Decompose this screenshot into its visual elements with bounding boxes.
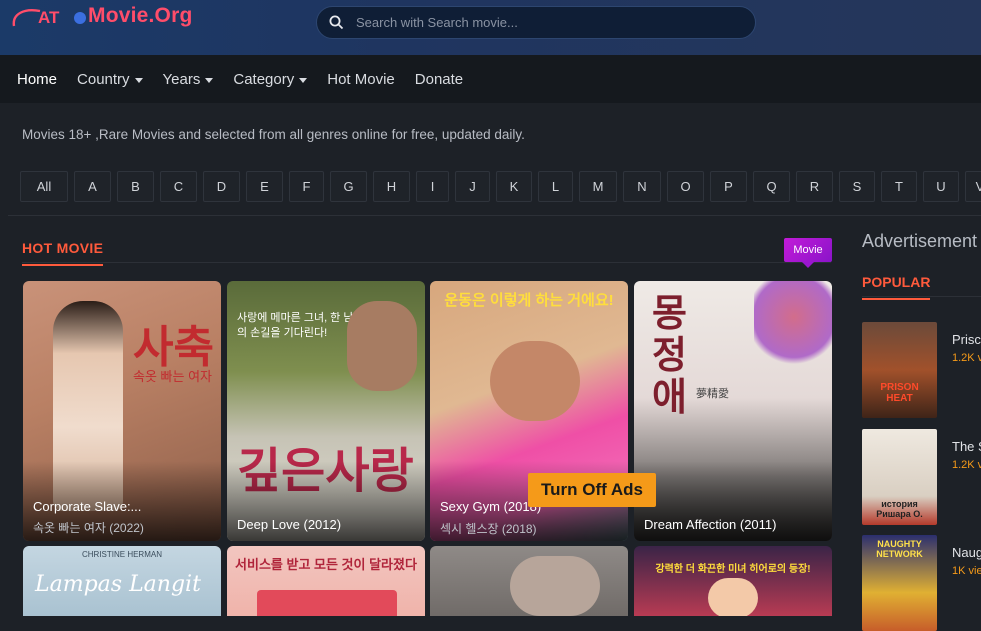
chevron-down-icon xyxy=(205,77,214,83)
alpha-t[interactable]: T xyxy=(881,171,917,202)
movie-card[interactable]: 서비스를 받고 모든 것이 달라졌다 xyxy=(227,546,425,616)
movie-title[interactable]: Corporate Slave:... xyxy=(33,499,213,514)
nav-donate-label: Donate xyxy=(414,70,464,88)
search-bar xyxy=(316,6,756,39)
poster-title: история Ришара О. xyxy=(876,499,923,519)
poster-subtitle: 夢精愛 xyxy=(696,388,729,400)
popular-item[interactable]: NAUGHTY NETWORK Naug 1K vie xyxy=(862,535,981,631)
nav-years-label: Years xyxy=(162,70,201,88)
advertisement-label: Advertisement xyxy=(862,231,978,251)
alpha-n[interactable]: N xyxy=(623,171,661,202)
nav-hot-movie-label: Hot Movie xyxy=(327,70,395,88)
logo-text: Movie.Org xyxy=(88,4,193,27)
poster-decoration xyxy=(257,590,397,616)
movie-card[interactable]: 사축 속옷 빠는 여자 Corporate Slave:... 속옷 빠는 여자… xyxy=(23,281,221,541)
search-input[interactable] xyxy=(356,15,736,30)
nav-country[interactable]: Country xyxy=(77,71,143,88)
nav-home[interactable]: Home xyxy=(17,71,57,88)
movie-subtitle: 섹시 헬스장 (2018) xyxy=(440,522,537,536)
popular-thumbnail[interactable]: история Ришара О. xyxy=(862,429,937,525)
poster-figure xyxy=(708,578,758,616)
alpha-g[interactable]: G xyxy=(330,171,367,202)
movie-badge[interactable]: Movie xyxy=(784,238,832,268)
poster-title: NAUGHTY NETWORK xyxy=(876,539,923,559)
movie-card[interactable] xyxy=(430,546,628,616)
alpha-o[interactable]: O xyxy=(667,171,704,202)
movie-title[interactable]: Deep Love (2012) xyxy=(237,517,417,532)
chevron-down-icon xyxy=(134,77,143,83)
popular-item-title[interactable]: Naug xyxy=(952,545,981,560)
movie-card[interactable]: 몽정애 夢精愛 Dream Affection (2011) xyxy=(634,281,832,541)
alpha-u[interactable]: U xyxy=(923,171,959,202)
alpha-v[interactable]: V xyxy=(965,171,981,202)
nav-home-label: Home xyxy=(17,70,58,88)
hot-movie-rule xyxy=(22,262,831,263)
poster-subtitle: CHRISTINE HERMAN xyxy=(81,550,162,559)
popular-item[interactable]: PRISON HEAT Prisc 1.2K v xyxy=(862,322,981,418)
alpha-b[interactable]: B xyxy=(117,171,154,202)
alpha-e[interactable]: E xyxy=(246,171,283,202)
poster-title: 강력한 더 화끈한 미녀 히어로의 등장! xyxy=(655,564,811,575)
movie-title[interactable]: Dream Affection (2011) xyxy=(644,517,824,532)
hot-movie-title: HOT MOVIE xyxy=(22,240,104,266)
nav-hot-movie[interactable]: Hot Movie xyxy=(327,71,395,88)
nav-country-label: Country xyxy=(77,70,130,88)
popular-thumbnail[interactable]: PRISON HEAT xyxy=(862,322,937,418)
nav-donate[interactable]: Donate xyxy=(415,71,463,88)
section-divider xyxy=(8,215,981,216)
poster-title: 서비스를 받고 모든 것이 달라졌다 xyxy=(235,557,417,572)
nav-category-label: Category xyxy=(233,70,295,88)
alpha-k[interactable]: K xyxy=(496,171,532,202)
poster-title: 운동은 이렇게 하는 거에요! xyxy=(444,292,614,309)
popular-title: POPULAR xyxy=(862,274,931,300)
movie-subtitle: 속옷 빠는 여자 (2022) xyxy=(33,521,144,535)
nav-category[interactable]: Category xyxy=(233,70,308,88)
poster-figure xyxy=(490,341,580,421)
site-tagline: Movies 18+ ,Rare Movies and selected fro… xyxy=(22,127,525,142)
logo-mark-text: AT xyxy=(38,8,60,27)
alpha-all[interactable]: All xyxy=(20,171,68,202)
movie-card[interactable]: 사랑에 메마른 그녀, 한 남자의 손길을 기다린다! 깊은사랑 Deep Lo… xyxy=(227,281,425,541)
poster-subtitle: 속옷 빠는 여자 xyxy=(133,369,212,384)
alpha-h[interactable]: H xyxy=(373,171,410,202)
alpha-a[interactable]: A xyxy=(74,171,111,202)
movie-card[interactable]: CHRISTINE HERMAN Lampas Langit xyxy=(23,546,221,616)
search-icon[interactable] xyxy=(329,15,344,30)
popular-item-views: 1K vie xyxy=(952,565,981,577)
site-logo[interactable]: AT Movie.Org xyxy=(10,4,192,28)
movie-card[interactable]: 강력한 더 화끈한 미녀 히어로의 등장! xyxy=(634,546,832,616)
popular-item-views: 1.2K v xyxy=(952,352,981,364)
alpha-i[interactable]: I xyxy=(416,171,449,202)
poster-figure xyxy=(347,301,417,391)
chevron-down-icon xyxy=(299,77,308,83)
poster-decoration xyxy=(754,281,832,371)
poster-title: PRISON HEAT xyxy=(880,382,919,404)
alpha-f[interactable]: F xyxy=(289,171,324,202)
popular-item-title[interactable]: Prisc xyxy=(952,332,981,347)
alpha-l[interactable]: L xyxy=(538,171,573,202)
popular-item-views: 1.2K v xyxy=(952,459,981,471)
main-nav: Home Country Years Category Hot Movie Do… xyxy=(0,55,981,103)
nav-years[interactable]: Years xyxy=(163,71,214,88)
alpha-c[interactable]: C xyxy=(160,171,197,202)
alpha-p[interactable]: P xyxy=(710,171,747,202)
alpha-q[interactable]: Q xyxy=(753,171,790,202)
logo-mark: AT xyxy=(10,4,90,28)
alpha-j[interactable]: J xyxy=(455,171,490,202)
popular-item-title[interactable]: The S xyxy=(952,439,981,454)
turn-off-ads-button[interactable]: Turn Off Ads xyxy=(528,473,656,507)
site-header: AT Movie.Org xyxy=(0,0,981,55)
poster-figure xyxy=(510,556,600,616)
alpha-s[interactable]: S xyxy=(839,171,875,202)
alpha-m[interactable]: M xyxy=(579,171,617,202)
poster-title: Lampas Langit xyxy=(35,572,201,597)
popular-item[interactable]: история Ришара О. The S 1.2K v xyxy=(862,429,981,525)
alpha-d[interactable]: D xyxy=(203,171,240,202)
popular-thumbnail[interactable]: NAUGHTY NETWORK xyxy=(862,535,937,631)
alphabet-filter: All A B C D E F G H I J K L M N O P Q R … xyxy=(20,171,981,202)
alpha-r[interactable]: R xyxy=(796,171,833,202)
